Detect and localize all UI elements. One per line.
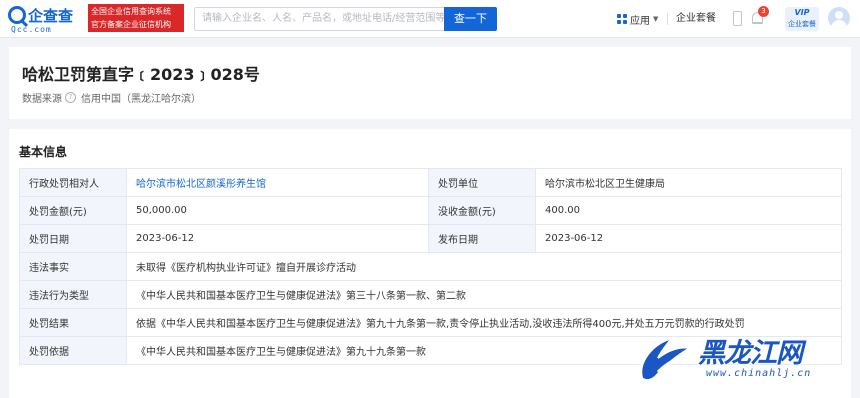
help-icon[interactable]: ?: [65, 92, 76, 103]
apps-label: 应用: [630, 15, 650, 27]
search-button[interactable]: 查一下: [444, 7, 497, 31]
data-source: 数据来源 ? 信用中国（黑龙江哈尔滨）: [22, 90, 201, 105]
source-label: 数据来源: [22, 94, 62, 105]
page-title: 哈松卫罚第直字﹝2023﹞028号: [22, 65, 260, 84]
user-avatar[interactable]: [828, 7, 850, 29]
label-penalty-result: 处罚结果: [19, 308, 127, 337]
watermark-logo-icon: [640, 336, 693, 382]
nav-divider: [667, 13, 668, 25]
label-penalty-amount: 处罚金额(元): [19, 196, 127, 225]
badge-line-2: 官方备案企业征信机构: [91, 20, 171, 29]
value-violation-facts: 未取得《医疗机构执业许可证》擅自开展诊疗活动: [126, 252, 842, 281]
value-cell: 哈尔滨市松北区颜溪彤养生馆: [126, 168, 429, 197]
vip-sub-label: 企业套餐: [788, 20, 816, 28]
watermark-text: 黑龙江网: [698, 338, 803, 369]
mobile-phone-icon[interactable]: [733, 11, 742, 26]
badge-line-1: 全国企业信用查询系统: [91, 7, 171, 16]
label-penalized-party: 行政处罚相对人: [19, 168, 127, 197]
label-penalty-basis: 处罚依据: [19, 336, 127, 365]
value-penalty-date: 2023-06-12: [126, 224, 429, 253]
title-card: 哈松卫罚第直字﹝2023﹞028号 数据来源 ? 信用中国（黑龙江哈尔滨）: [9, 47, 851, 119]
top-header: 企查查 Qcc.com 全国企业信用查询系统 官方备案企业征信机构 请输入企业名…: [0, 0, 860, 38]
penalized-party-link[interactable]: 哈尔滨市松北区颜溪彤养生馆: [136, 179, 266, 190]
apps-menu[interactable]: 应用 ▼: [617, 9, 658, 29]
value-penalty-authority: 哈尔滨市松北区卫生健康局: [535, 168, 842, 197]
logo-domain: Qcc.com: [11, 25, 52, 34]
search-input[interactable]: 请输入企业名、人名、产品名，或地址电话/经营范围等: [194, 7, 444, 31]
value-violation-type: 《中华人民共和国基本医疗卫生与健康促进法》第三十八条第一款、第二款: [126, 280, 842, 309]
section-title: 基本信息: [19, 145, 68, 159]
table-row: 违法事实 未取得《医疗机构执业许可证》擅自开展诊疗活动: [19, 252, 842, 281]
value-confiscated-amount: 400.00: [535, 196, 842, 225]
table-row: 行政处罚相对人 哈尔滨市松北区颜溪彤养生馆 处罚单位 哈尔滨市松北区卫生健康局: [19, 168, 842, 197]
watermark: 黑龙江网 www.chinahlj.cn: [636, 328, 852, 390]
source-value: 信用中国（黑龙江哈尔滨）: [81, 94, 201, 105]
label-violation-facts: 违法事实: [19, 252, 127, 281]
value-penalty-amount: 50,000.00: [126, 196, 429, 225]
value-publish-date: 2023-06-12: [535, 224, 842, 253]
vip-label: VIP: [794, 8, 810, 17]
logo-text: 企查查: [28, 6, 74, 25]
magnifier-logo-icon: [8, 6, 26, 24]
label-penalty-authority: 处罚单位: [428, 168, 536, 197]
label-violation-type: 违法行为类型: [19, 280, 127, 309]
apps-grid-icon: [617, 14, 627, 24]
vip-button[interactable]: VIP 企业套餐: [785, 7, 819, 31]
label-confiscated-amount: 没收金额(元): [428, 196, 536, 225]
qcc-logo[interactable]: 企查查 Qcc.com: [8, 6, 84, 34]
table-row: 处罚日期 2023-06-12 发布日期 2023-06-12: [19, 224, 842, 253]
notification-count-badge: 3: [758, 6, 769, 17]
chevron-down-icon: ▼: [653, 15, 659, 23]
watermark-url: www.chinahlj.cn: [706, 368, 812, 379]
table-row: 违法行为类型 《中华人民共和国基本医疗卫生与健康促进法》第三十八条第一款、第二款: [19, 280, 842, 309]
table-row: 处罚金额(元) 50,000.00 没收金额(元) 400.00: [19, 196, 842, 225]
credit-badge[interactable]: 全国企业信用查询系统 官方备案企业征信机构: [88, 4, 184, 32]
label-publish-date: 发布日期: [428, 224, 536, 253]
label-penalty-date: 处罚日期: [19, 224, 127, 253]
enterprise-package-link[interactable]: 企业套餐: [676, 9, 716, 29]
